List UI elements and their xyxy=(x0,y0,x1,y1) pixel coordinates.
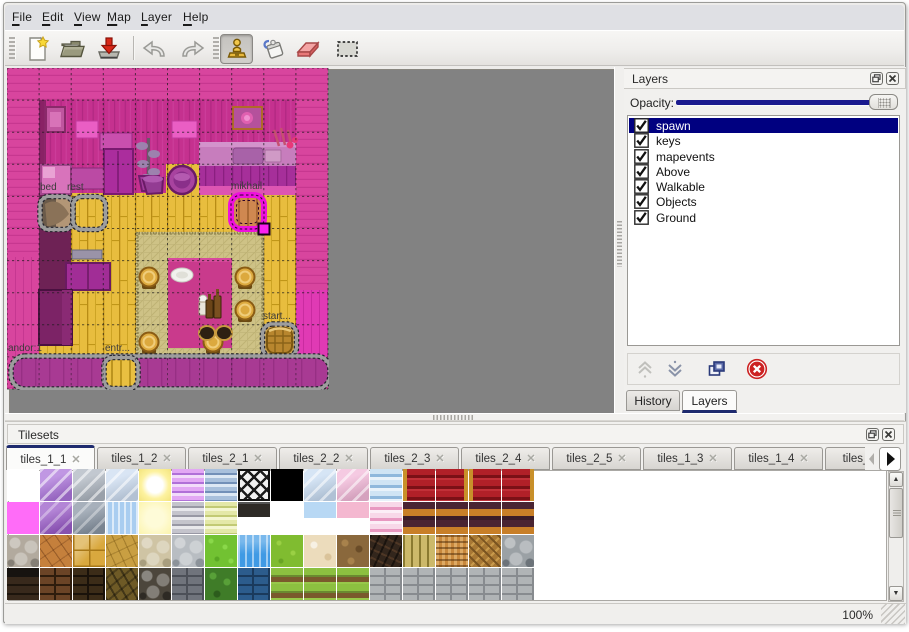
svg-text:entr...: entr... xyxy=(105,343,130,354)
svg-text:andor:1: andor:1 xyxy=(8,343,42,354)
svg-text:bed: bed xyxy=(40,182,57,193)
svg-text:rest: rest xyxy=(67,182,84,193)
svg-text:mikhail: mikhail xyxy=(231,181,262,192)
svg-text:start...: start... xyxy=(263,311,291,322)
